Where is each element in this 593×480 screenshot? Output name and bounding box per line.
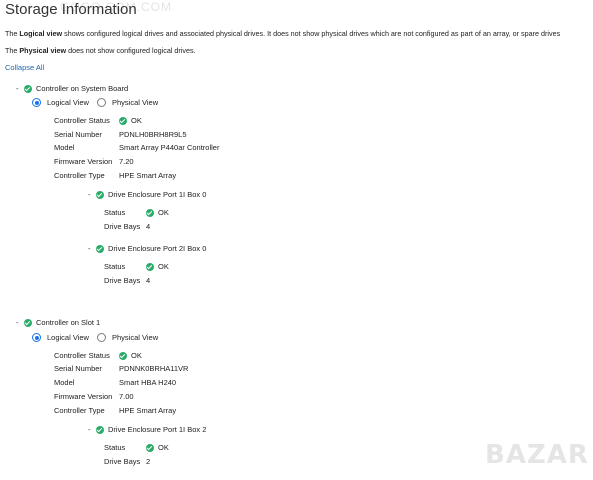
ok-status-icon (96, 190, 104, 199)
ok-status-icon (146, 443, 154, 452)
status-label: Status (104, 208, 126, 217)
drive-bays-label: Drive Bays (104, 276, 141, 285)
controller-status-value: OK (119, 351, 142, 360)
logical-view-description: The Logical view shows configured logica… (5, 29, 561, 38)
controller-status-label: Controller Status (54, 351, 110, 360)
physical-view-description: The Physical view does not show configur… (5, 46, 196, 55)
physical-view-radio[interactable] (96, 333, 106, 342)
firmware-version-label: Firmware Version (54, 157, 113, 166)
view-selector: Logical View Physical View (32, 98, 158, 107)
controller-status-label: Controller Status (54, 116, 110, 125)
model-label: Model (54, 378, 75, 387)
enclosure-name: Drive Enclosure Port 2I Box 0 (108, 244, 207, 253)
firmware-version-value: 7.20 (119, 157, 134, 166)
collapse-toggle[interactable]: - (16, 318, 24, 327)
controller-type-label: Controller Type (54, 171, 105, 180)
enclosure-header[interactable]: - Drive Enclosure Port 1I Box 0 (88, 190, 206, 199)
controller-type-value: HPE Smart Array (119, 171, 177, 180)
drive-bays-label: Drive Bays (104, 222, 141, 231)
drive-bays-value: 4 (146, 276, 151, 285)
physical-view-label[interactable]: Physical View (112, 333, 158, 342)
status-value: OK (146, 208, 169, 217)
drive-bays-value: 4 (146, 222, 151, 231)
page-title: Storage Information (5, 1, 137, 18)
logical-view-radio[interactable] (32, 98, 41, 107)
drive-bays-label: Drive Bays (104, 457, 141, 466)
ok-status-icon (119, 116, 127, 125)
ok-status-icon (96, 425, 104, 434)
firmware-version-value: 7.00 (119, 392, 134, 401)
view-selector: Logical View Physical View (32, 333, 158, 342)
collapse-toggle[interactable]: - (88, 425, 96, 434)
firmware-version-label: Firmware Version (54, 392, 113, 401)
serial-number-label: Serial Number (54, 130, 102, 139)
watermark-logo: BAZAR (485, 440, 589, 470)
enclosure-header[interactable]: - Drive Enclosure Port 2I Box 0 (88, 244, 206, 253)
controller-header[interactable]: - Controller on System Board (16, 84, 128, 93)
enclosure-name: Drive Enclosure Port 1I Box 0 (108, 190, 207, 199)
enclosure-name: Drive Enclosure Port 1I Box 2 (108, 425, 207, 434)
logical-view-label[interactable]: Logical View (47, 333, 89, 342)
status-label: Status (104, 262, 126, 271)
physical-view-radio[interactable] (96, 98, 106, 107)
ok-status-icon (146, 208, 154, 217)
ok-status-icon (24, 84, 32, 93)
status-value: OK (146, 262, 169, 271)
ok-status-icon (119, 351, 127, 360)
controller-type-value: HPE Smart Array (119, 406, 177, 415)
serial-number-value: PDNLH0BRH8R9L5 (119, 130, 187, 139)
collapse-toggle[interactable]: - (88, 244, 96, 253)
controller-type-label: Controller Type (54, 406, 105, 415)
collapse-toggle[interactable]: - (16, 84, 24, 93)
logical-view-radio[interactable] (32, 333, 41, 342)
collapse-toggle[interactable]: - (88, 190, 96, 199)
ok-status-icon (96, 244, 104, 253)
enclosure-header[interactable]: - Drive Enclosure Port 1I Box 2 (88, 425, 206, 434)
controller-header[interactable]: - Controller on Slot 1 (16, 318, 100, 327)
physical-view-label[interactable]: Physical View (112, 98, 158, 107)
status-label: Status (104, 443, 126, 452)
controller-name: Controller on System Board (36, 84, 129, 93)
drive-bays-value: 2 (146, 457, 151, 466)
ok-status-icon (24, 318, 32, 327)
controller-status-value: OK (119, 116, 142, 125)
serial-number-label: Serial Number (54, 364, 102, 373)
serial-number-value: PDNNK0BRHA11VR (119, 364, 189, 373)
controller-name: Controller on Slot 1 (36, 318, 101, 327)
model-label: Model (54, 143, 75, 152)
logical-view-label[interactable]: Logical View (47, 98, 89, 107)
ok-status-icon (146, 262, 154, 271)
model-value: Smart Array P440ar Controller (119, 143, 220, 152)
model-value: Smart HBA H240 (119, 378, 177, 387)
status-value: OK (146, 443, 169, 452)
collapse-all-link[interactable]: Collapse All (5, 63, 44, 72)
